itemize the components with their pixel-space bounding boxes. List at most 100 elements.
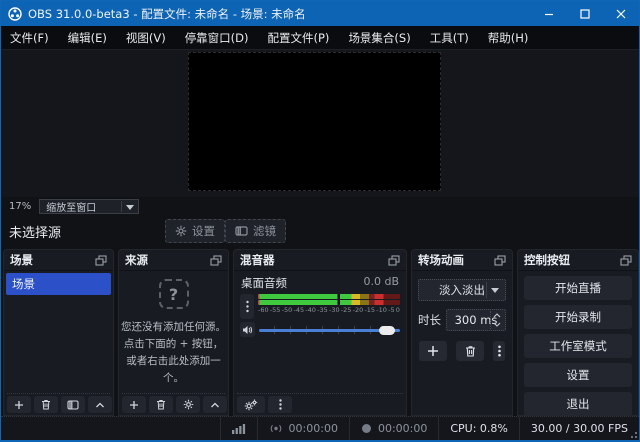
volume-meter: -60-55-50-45-40-35-30-25-20-15-10-50 xyxy=(258,294,400,319)
menu-scene-collection[interactable]: 场景集合(S) xyxy=(348,30,410,46)
menu-tools[interactable]: 工具(T) xyxy=(430,30,469,46)
maximize-button[interactable] xyxy=(567,1,603,26)
menu-view[interactable]: 视图(V) xyxy=(126,30,166,46)
popout-icon[interactable] xyxy=(388,255,400,266)
slider-handle[interactable] xyxy=(379,326,395,335)
menu-profile[interactable]: 配置文件(P) xyxy=(268,30,330,46)
zoom-mode-select[interactable]: 缩放至窗口 xyxy=(39,199,139,214)
stream-time-group: 00:00:00 xyxy=(257,417,349,440)
resize-grip[interactable] xyxy=(629,430,637,438)
spin-up-icon[interactable] xyxy=(493,313,501,318)
popout-icon[interactable] xyxy=(210,255,222,266)
scene-filters-button[interactable] xyxy=(61,396,85,413)
fps-group: 30.00 / 30.00 FPS xyxy=(519,417,639,440)
menu-file[interactable]: 文件(F) xyxy=(10,30,49,46)
menu-edit[interactable]: 编辑(E) xyxy=(68,30,107,46)
add-scene-button[interactable] xyxy=(7,396,31,413)
channel-menu-button[interactable] xyxy=(240,294,254,319)
connection-status-group xyxy=(220,417,257,440)
preview-canvas[interactable] xyxy=(188,52,441,191)
studio-mode-button[interactable]: 工作室模式 xyxy=(524,334,632,358)
transition-select[interactable]: 淡入淡出 xyxy=(418,279,506,301)
minimize-button[interactable] xyxy=(531,1,567,26)
duration-label: 时长 xyxy=(418,312,441,328)
mixer-meter-row: -60-55-50-45-40-35-30-25-20-15-10-50 xyxy=(234,293,406,319)
popout-icon[interactable] xyxy=(95,255,107,266)
source-filters-button[interactable]: 滤镜 xyxy=(225,219,286,243)
sources-toolbar xyxy=(122,393,225,413)
scene-list-item-selected[interactable]: 场景 xyxy=(6,273,111,295)
controls-dock-header[interactable]: 控制按钮 xyxy=(518,250,638,271)
mixer-toolbar xyxy=(237,393,403,413)
question-mark-icon: ? xyxy=(159,279,189,309)
sources-empty-state: ? 您还没有添加任何源。 点击下面的 + 按钮， 或者右击此处添加一个。 xyxy=(119,271,228,387)
mixer-dock-header[interactable]: 混音器 xyxy=(234,250,406,271)
duration-spinbox[interactable]: 300 ms xyxy=(446,309,506,331)
stream-time-value: 00:00:00 xyxy=(289,422,338,435)
start-streaming-button[interactable]: 开始直播 xyxy=(524,276,632,300)
spinbox-buttons xyxy=(490,311,503,329)
volume-meter-left xyxy=(258,294,400,299)
exit-button[interactable]: 退出 xyxy=(524,392,632,416)
scenes-toolbar xyxy=(7,393,110,413)
sources-empty-text-3: 或者右击此处添加一个。 xyxy=(119,353,228,387)
sources-dock: 来源 ? 您还没有添加任何源。 点击下面的 + 按钮， 或者右击此处添加一个。 xyxy=(118,249,229,416)
mute-speaker-button[interactable] xyxy=(240,322,255,337)
sources-dock-header[interactable]: 来源 xyxy=(119,250,228,271)
popout-icon[interactable] xyxy=(620,255,632,266)
transition-selected-value: 淡入淡出 xyxy=(439,282,485,298)
settings-button[interactable]: 设置 xyxy=(524,363,632,387)
transition-properties-button[interactable] xyxy=(493,341,505,361)
source-properties-button[interactable]: 设置 xyxy=(165,219,225,243)
advanced-audio-properties-button[interactable] xyxy=(237,396,265,413)
mixer-slider-row xyxy=(234,319,406,337)
source-properties-toolbar-button[interactable] xyxy=(176,396,200,413)
volume-slider[interactable] xyxy=(259,323,400,337)
cpu-usage-value: CPU: 0.8% xyxy=(450,422,508,435)
move-source-up-button[interactable] xyxy=(203,396,227,413)
chevron-down-icon xyxy=(491,288,499,293)
preview-zoom-bar: 17% 缩放至窗口 xyxy=(1,197,639,215)
fps-value: 30.00 / 30.00 FPS xyxy=(531,422,628,435)
record-time-value: 00:00:00 xyxy=(378,422,427,435)
spin-down-icon[interactable] xyxy=(493,322,501,327)
remove-source-button[interactable] xyxy=(149,396,173,413)
add-transition-button[interactable] xyxy=(419,341,447,361)
transitions-dock: 转场动画 淡入淡出 时长 300 ms xyxy=(411,249,513,416)
popout-icon[interactable] xyxy=(494,255,506,266)
source-filters-label: 滤镜 xyxy=(253,223,276,239)
mixer-dock-title: 混音器 xyxy=(240,252,275,268)
remove-scene-button[interactable] xyxy=(34,396,58,413)
close-button[interactable] xyxy=(603,1,639,26)
record-time-group: 00:00:00 xyxy=(349,417,438,440)
move-scene-up-button[interactable] xyxy=(88,396,112,413)
start-recording-button[interactable]: 开始录制 xyxy=(524,305,632,329)
cpu-usage-group: CPU: 0.8% xyxy=(438,417,519,440)
signal-bars-icon xyxy=(232,423,246,434)
remove-transition-button[interactable] xyxy=(456,341,484,361)
add-source-button[interactable] xyxy=(122,396,146,413)
broadcast-icon xyxy=(269,423,283,434)
transitions-dock-header[interactable]: 转场动画 xyxy=(412,250,512,271)
audio-mixer-dock: 混音器 桌面音频 0.0 dB -60-55-50-45-40-35-30-25… xyxy=(233,249,407,416)
zoom-mode-value: 缩放至窗口 xyxy=(46,199,96,214)
volume-meter-scale: -60-55-50-45-40-35-30-25-20-15-10-50 xyxy=(258,306,400,314)
titlebar: OBS 31.0.0-beta3 - 配置文件: 未命名 - 场景: 未命名 xyxy=(1,1,639,26)
sources-dock-title: 来源 xyxy=(125,252,148,268)
sources-empty-text-1: 您还没有添加任何源。 xyxy=(119,319,228,336)
transitions-buttons-row xyxy=(412,341,512,361)
menu-docks[interactable]: 停靠窗口(D) xyxy=(185,30,249,46)
transitions-dock-title: 转场动画 xyxy=(418,252,464,268)
select-divider xyxy=(486,282,487,298)
status-bar: 00:00:00 00:00:00 CPU: 0.8% 30.00 / 30.0… xyxy=(1,416,639,440)
window-title: OBS 31.0.0-beta3 - 配置文件: 未命名 - 场景: 未命名 xyxy=(28,6,531,22)
controls-dock-title: 控制按钮 xyxy=(524,252,570,268)
mixer-channel-row: 桌面音频 0.0 dB xyxy=(234,271,406,293)
preview-area xyxy=(1,49,639,197)
menu-help[interactable]: 帮助(H) xyxy=(488,30,529,46)
scenes-dock-header[interactable]: 场景 xyxy=(4,250,113,271)
sources-empty-text-2: 点击下面的 + 按钮， xyxy=(119,336,228,353)
mixer-toolbar-overflow-button[interactable] xyxy=(268,396,292,413)
volume-meter-right xyxy=(258,300,400,305)
obs-logo-icon xyxy=(8,7,22,21)
